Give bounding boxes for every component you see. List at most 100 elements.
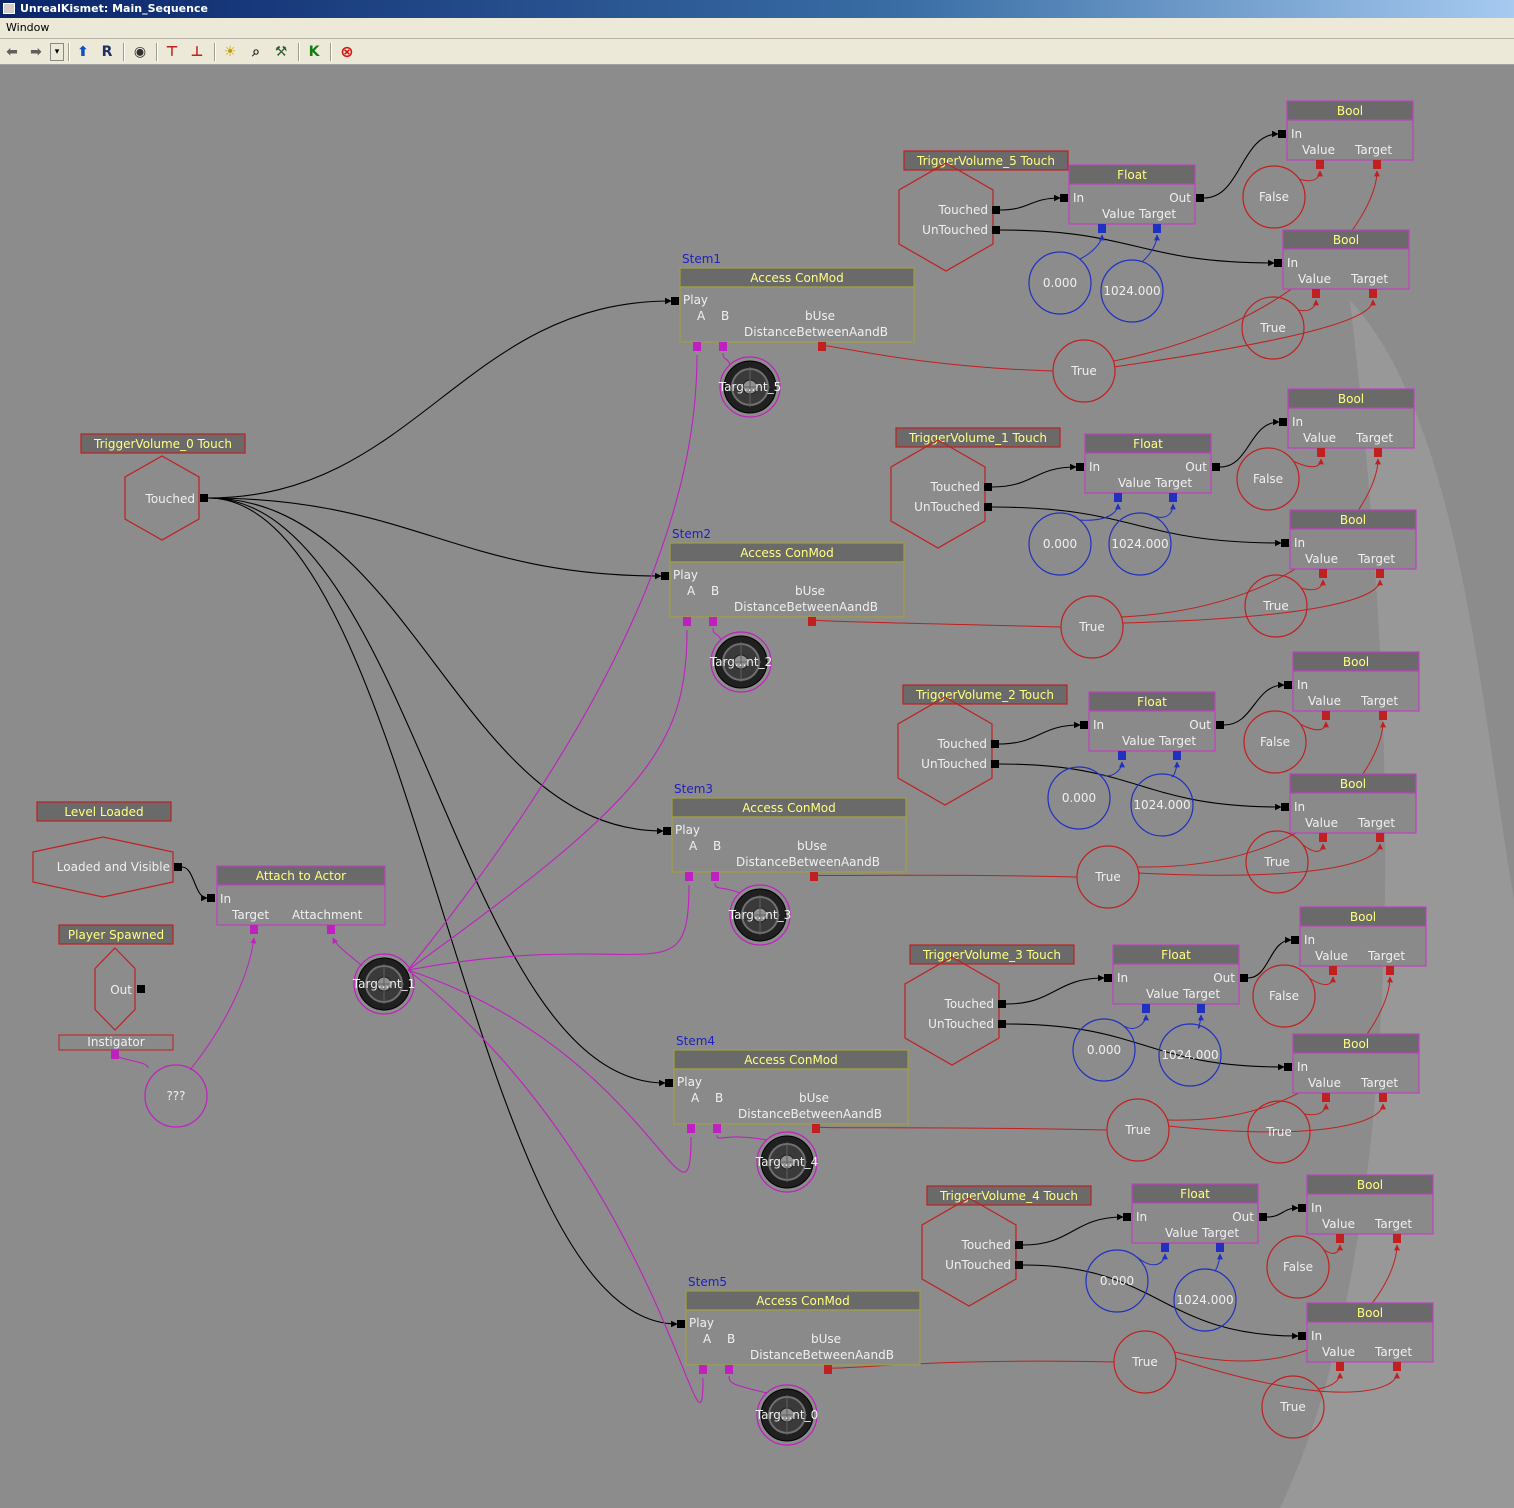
target-connector[interactable]: [1376, 833, 1384, 842]
link-connector[interactable]: [1284, 681, 1292, 689]
target-connector[interactable]: [1376, 569, 1384, 578]
event-hexagon[interactable]: [897, 696, 993, 806]
link-connector[interactable]: [984, 483, 992, 491]
link-connector[interactable]: [1015, 1261, 1023, 1269]
kismet-k-icon[interactable]: K: [304, 42, 324, 62]
a-connector[interactable]: [683, 617, 691, 626]
target-connector[interactable]: [1169, 493, 1177, 502]
value-connector[interactable]: [1319, 569, 1327, 578]
link-connector[interactable]: [1298, 1332, 1306, 1340]
link-connector[interactable]: [663, 827, 671, 835]
buse-connector[interactable]: [824, 1365, 832, 1374]
value-connector[interactable]: [1161, 1243, 1169, 1252]
link-connector[interactable]: [998, 1000, 1006, 1008]
link-connector[interactable]: [671, 297, 679, 305]
buse-connector[interactable]: [810, 872, 818, 881]
eye-icon[interactable]: ◉: [130, 42, 150, 62]
value-connector[interactable]: [1114, 493, 1122, 502]
b-connector[interactable]: [711, 872, 719, 881]
lightbulb-icon[interactable]: ☀: [220, 42, 240, 62]
search-icon[interactable]: ⌕: [246, 42, 266, 62]
link-connector[interactable]: [1060, 194, 1068, 202]
event-hexagon[interactable]: [904, 956, 1000, 1066]
link-connector[interactable]: [1080, 721, 1088, 729]
kismet-canvas[interactable]: Level Loaded Loaded and Visible Attach to …: [0, 65, 1514, 1508]
value-connector[interactable]: [1098, 224, 1106, 233]
link-connector[interactable]: [1015, 1241, 1023, 1249]
value-connector[interactable]: [1319, 833, 1327, 842]
link-connector[interactable]: [1196, 194, 1204, 202]
a-connector[interactable]: [693, 342, 701, 351]
link-connector[interactable]: [992, 206, 1000, 214]
link-connector[interactable]: [984, 503, 992, 511]
b-connector[interactable]: [719, 342, 727, 351]
link-connector[interactable]: [1212, 463, 1220, 471]
value-connector[interactable]: [1142, 1004, 1150, 1013]
value-connector[interactable]: [1322, 711, 1330, 720]
b-connector[interactable]: [713, 1124, 721, 1133]
target-connector[interactable]: [1386, 966, 1394, 975]
event-hexagon[interactable]: [921, 1197, 1017, 1307]
link-connector[interactable]: [137, 985, 145, 993]
link-connector[interactable]: [661, 572, 669, 580]
rename-icon[interactable]: R: [97, 42, 117, 62]
target-connector[interactable]: [1197, 1004, 1205, 1013]
link-connector[interactable]: [1281, 803, 1289, 811]
a-connector[interactable]: [699, 1365, 707, 1374]
hierarchy-up-icon[interactable]: ⊤: [162, 42, 182, 62]
link-connector[interactable]: [1284, 1063, 1292, 1071]
target-connector[interactable]: [1393, 1234, 1401, 1243]
b-connector[interactable]: [709, 617, 717, 626]
link-connector[interactable]: [1216, 721, 1224, 729]
attachment-connector[interactable]: [327, 925, 335, 934]
link-connector[interactable]: [991, 760, 999, 768]
link-connector[interactable]: [991, 740, 999, 748]
link-connector[interactable]: [1278, 130, 1286, 138]
target-connector[interactable]: [1216, 1243, 1224, 1252]
link-connector[interactable]: [665, 1079, 673, 1087]
link-connector[interactable]: [1274, 259, 1282, 267]
target-connector[interactable]: [1369, 289, 1377, 298]
forward-arrow-icon[interactable]: ➡: [26, 42, 46, 62]
buse-connector[interactable]: [818, 342, 826, 351]
hierarchy-down-icon[interactable]: ⊥: [187, 42, 207, 62]
link-connector[interactable]: [207, 894, 215, 902]
close-circle-icon[interactable]: ⊗: [337, 42, 357, 62]
link-connector[interactable]: [1281, 539, 1289, 547]
link-connector[interactable]: [1076, 463, 1084, 471]
link-connector[interactable]: [1123, 1213, 1131, 1221]
link-connector[interactable]: [998, 1020, 1006, 1028]
link-connector[interactable]: [992, 226, 1000, 234]
target-connector[interactable]: [1393, 1362, 1401, 1371]
link-connector[interactable]: [1240, 974, 1248, 982]
target-connector[interactable]: [1373, 160, 1381, 169]
target-connector[interactable]: [1374, 448, 1382, 457]
target-connector[interactable]: [1153, 224, 1161, 233]
link-connector[interactable]: [1259, 1213, 1267, 1221]
value-connector[interactable]: [1322, 1093, 1330, 1102]
target-connector[interactable]: [1173, 751, 1181, 760]
link-connector[interactable]: [174, 863, 182, 871]
link-connector[interactable]: [1298, 1204, 1306, 1212]
link-connector[interactable]: [200, 494, 208, 502]
value-connector[interactable]: [1312, 289, 1320, 298]
target-connector[interactable]: [1379, 711, 1387, 720]
event-hexagon[interactable]: [890, 439, 986, 549]
value-connector[interactable]: [1118, 751, 1126, 760]
buse-connector[interactable]: [812, 1124, 820, 1133]
buse-connector[interactable]: [808, 617, 816, 626]
link-connector[interactable]: [677, 1320, 685, 1328]
wrench-icon[interactable]: ⚒: [271, 42, 291, 62]
back-arrow-icon[interactable]: ⬅: [2, 42, 22, 62]
b-connector[interactable]: [725, 1365, 733, 1374]
value-connector[interactable]: [1317, 448, 1325, 457]
menu-window[interactable]: Window: [6, 21, 49, 34]
value-connector[interactable]: [1329, 966, 1337, 975]
kismet-graph[interactable]: Level Loaded Loaded and Visible Attach to …: [0, 65, 1514, 1508]
link-connector[interactable]: [1279, 418, 1287, 426]
value-connector[interactable]: [1316, 160, 1324, 169]
target-connector[interactable]: [250, 925, 258, 934]
event-hexagon[interactable]: [898, 162, 994, 272]
value-connector[interactable]: [1336, 1362, 1344, 1371]
a-connector[interactable]: [685, 872, 693, 881]
